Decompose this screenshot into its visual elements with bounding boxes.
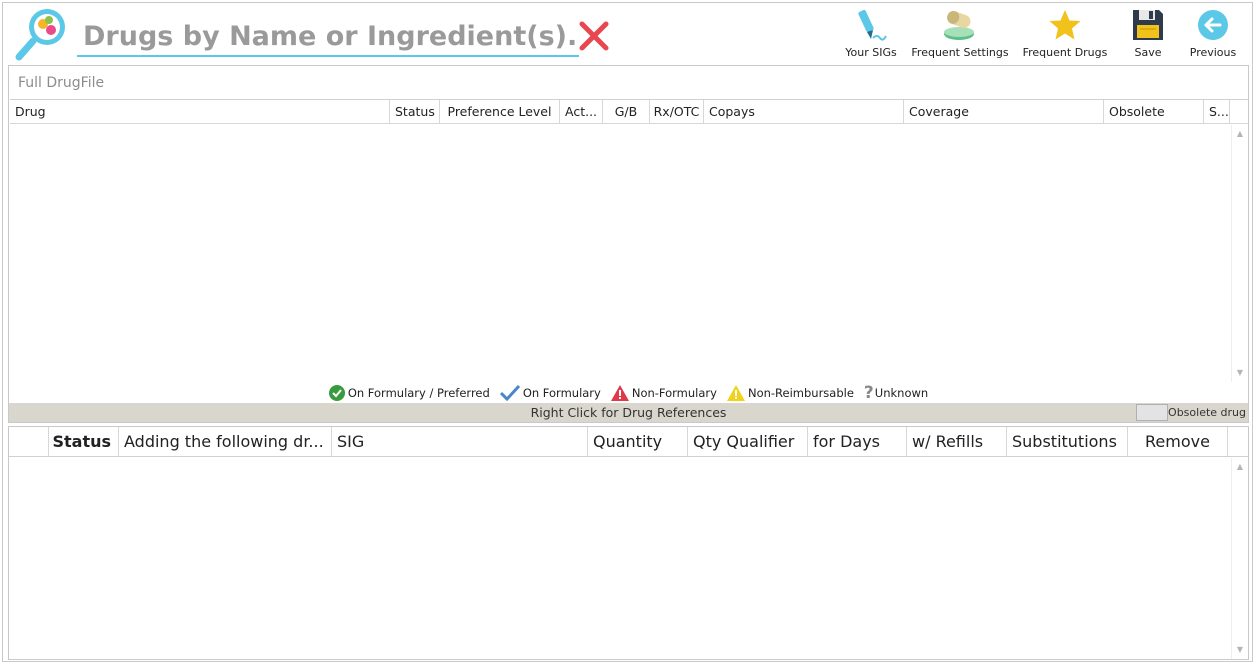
column-header-generic-brand[interactable]: G/B (603, 100, 650, 123)
order-grid-scrollbar[interactable]: ▲ ▼ (1231, 458, 1247, 659)
column-header-coverage[interactable]: Coverage (904, 100, 1104, 123)
obsolete-drug-label: Obsolete drug (1168, 406, 1246, 419)
column-header-remove[interactable]: Remove (1128, 427, 1228, 456)
column-header-obsolete[interactable]: Obsolete (1104, 100, 1204, 123)
column-header-s[interactable]: S... (1204, 100, 1230, 123)
obsolete-drug-swatch (1136, 404, 1168, 421)
panel-title: Full DrugFile (18, 75, 105, 91)
column-header-for-days[interactable]: for Days (808, 427, 907, 456)
drug-grid-header: Drug Status Preference Level Act... G/B … (10, 100, 1248, 124)
your-sigs-button[interactable]: Your SIGs (836, 5, 906, 63)
drug-file-panel: Full DrugFile Drug Status Preference Lev… (8, 65, 1249, 423)
column-header-active[interactable]: Act... (560, 100, 603, 123)
close-icon[interactable] (577, 19, 611, 53)
back-arrow-icon (1198, 10, 1228, 40)
warning-yellow-icon (726, 385, 745, 401)
drug-grid[interactable]: Drug Status Preference Level Act... G/B … (10, 99, 1248, 382)
column-header-drug[interactable]: Drug (10, 100, 390, 123)
order-panel: Status Adding the following dr... SIG Qu… (8, 426, 1249, 660)
column-header-preference-level[interactable]: Preference Level (440, 100, 560, 123)
column-header-substitutions[interactable]: Substitutions (1007, 427, 1128, 456)
column-header-status[interactable]: Status (49, 427, 119, 456)
legend-item: Non-Reimbursable (726, 385, 854, 401)
scroll-up-icon[interactable]: ▲ (1232, 460, 1248, 474)
star-icon (1049, 10, 1081, 40)
column-header-sig[interactable]: SIG (332, 427, 588, 456)
check-circle-icon (328, 385, 345, 401)
scroll-down-icon[interactable]: ▼ (1232, 366, 1248, 380)
drug-grid-scrollbar[interactable]: ▲ ▼ (1231, 125, 1247, 382)
column-header-qty-qualifier[interactable]: Qty Qualifier (688, 427, 808, 456)
pen-sig-icon (858, 9, 887, 41)
pill-bottle-icon (944, 10, 974, 40)
magnifier-pills-icon (11, 5, 73, 63)
frequent-settings-button[interactable]: Frequent Settings (906, 5, 1014, 63)
scroll-down-icon[interactable]: ▼ (1232, 643, 1248, 657)
drug-references-hint: Right Click for Drug References (530, 405, 727, 420)
save-button[interactable]: Save (1116, 5, 1180, 63)
floppy-disk-icon (1133, 10, 1163, 40)
column-header-quantity[interactable]: Quantity (588, 427, 688, 456)
legend-item: On Formulary / Preferred (328, 385, 490, 401)
column-header-copays[interactable]: Copays (704, 100, 904, 123)
column-header-status[interactable]: Status (390, 100, 440, 123)
column-header-adding-drugs[interactable]: Adding the following dr... (119, 427, 332, 456)
order-grid-header: Status Adding the following dr... SIG Qu… (9, 427, 1248, 457)
frequent-drugs-button[interactable]: Frequent Drugs (1014, 5, 1116, 63)
legend-item: On Formulary (499, 385, 601, 401)
search-input[interactable] (77, 17, 579, 55)
prescription-window: Your SIGs Frequent Settings Frequent Dru… (2, 2, 1253, 662)
header: Your SIGs Frequent Settings Frequent Dru… (3, 3, 1252, 65)
previous-button[interactable]: Previous (1180, 5, 1246, 63)
search-field[interactable] (77, 17, 579, 57)
column-header-rx-otc[interactable]: Rx/OTC (650, 100, 704, 123)
warning-red-icon (610, 385, 629, 401)
column-header-select[interactable] (9, 427, 49, 456)
formulary-legend: On Formulary / Preferred On Formulary No… (9, 383, 1248, 403)
legend-item: ? Unknown (863, 383, 929, 403)
column-header-refills[interactable]: w/ Refills (907, 427, 1007, 456)
drug-references-bar[interactable]: Right Click for Drug References Obsolete… (9, 403, 1248, 422)
checkmark-icon (499, 385, 520, 401)
toolbar: Your SIGs Frequent Settings Frequent Dru… (836, 5, 1246, 63)
scroll-up-icon[interactable]: ▲ (1232, 127, 1248, 141)
question-mark-icon: ? (863, 383, 874, 403)
legend-item: Non-Formulary (610, 385, 717, 401)
